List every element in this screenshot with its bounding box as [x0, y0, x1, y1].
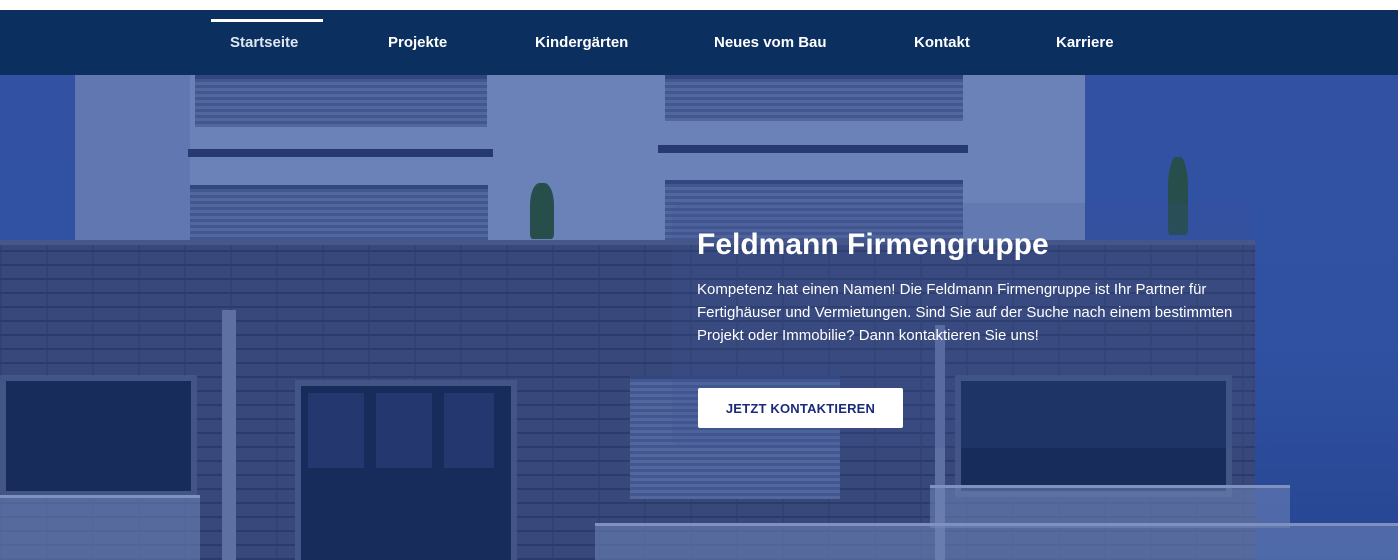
- nav-item-startseite[interactable]: Startseite: [230, 10, 298, 75]
- hero-section: Feldmann Firmengruppe Kompetenz hat eine…: [0, 75, 1398, 560]
- nav-item-karriere[interactable]: Karriere: [1056, 10, 1114, 75]
- hero-description: Kompetenz hat einen Namen! Die Feldmann …: [697, 281, 1233, 344]
- nav-item-kindergaerten[interactable]: Kindergärten: [535, 10, 628, 75]
- nav-item-kontakt[interactable]: Kontakt: [914, 10, 970, 75]
- page: Startseite Projekte Kindergärten Neues v…: [0, 0, 1398, 560]
- nav-item-neues-vom-bau[interactable]: Neues vom Bau: [714, 10, 827, 75]
- main-nav: Startseite Projekte Kindergärten Neues v…: [0, 10, 1398, 75]
- hero-title: Feldmann Firmengruppe: [697, 228, 1049, 261]
- nav-item-projekte[interactable]: Projekte: [388, 10, 447, 75]
- top-band: [0, 0, 1398, 10]
- contact-now-button[interactable]: JETZT KONTAKTIEREN: [698, 388, 903, 428]
